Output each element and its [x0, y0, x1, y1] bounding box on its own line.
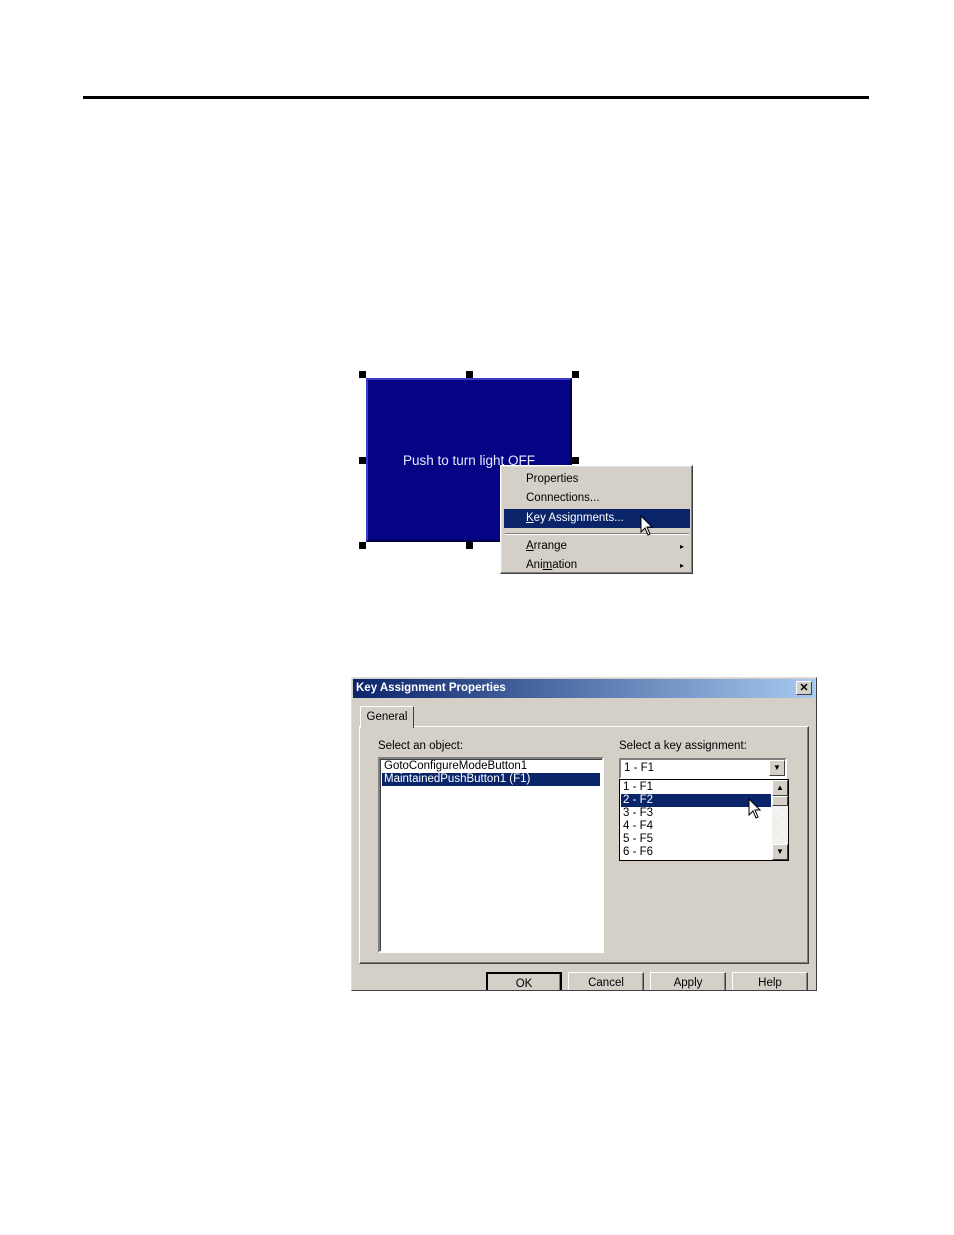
selection-handle[interactable] — [359, 457, 366, 464]
scrollbar[interactable]: ▲ ▼ — [772, 780, 788, 860]
list-item[interactable]: GotoConfigureModeButton1 — [382, 760, 600, 773]
selection-handle[interactable] — [466, 542, 473, 549]
selection-handle[interactable] — [572, 371, 579, 378]
key-assignment-dialog: Key Assignment Properties ✕ General Sele… — [351, 677, 817, 991]
list-item[interactable]: 4 - F4 — [621, 820, 771, 833]
object-label: Select an object: — [378, 740, 464, 752]
menu-separator — [505, 533, 689, 535]
dialog-titlebar[interactable]: Key Assignment Properties ✕ — [353, 679, 815, 698]
cancel-button[interactable]: Cancel — [568, 972, 644, 990]
submenu-arrow-icon: ▸ — [679, 542, 684, 551]
help-button[interactable]: Help — [732, 972, 808, 990]
combo-value: 1 - F1 — [624, 762, 655, 774]
header-rule — [83, 96, 869, 99]
mouse-pointer-icon — [640, 515, 654, 536]
key-assignment-label: Select a key assignment: — [619, 740, 747, 752]
menu-item-arrange[interactable]: Arrange ▸ — [504, 537, 690, 556]
list-item[interactable]: MaintainedPushButton1 (F1) — [382, 773, 600, 786]
list-item[interactable]: 5 - F5 — [621, 833, 771, 846]
scroll-thumb[interactable] — [772, 796, 788, 806]
selection-handle[interactable] — [466, 371, 473, 378]
menu-item-animation[interactable]: Animation ▸ — [504, 556, 690, 573]
key-assignment-combo[interactable]: 1 - F1 ▼ — [619, 758, 787, 779]
dialog-title: Key Assignment Properties — [356, 682, 506, 694]
close-icon[interactable]: ✕ — [796, 681, 812, 695]
chevron-down-icon[interactable]: ▼ — [769, 760, 785, 776]
list-item[interactable]: 6 - F6 — [621, 846, 771, 859]
key-assignment-dropdown[interactable]: 1 - F1 2 - F2 3 - F3 4 - F4 5 - F5 6 - F… — [619, 779, 789, 861]
scroll-down-icon[interactable]: ▼ — [772, 844, 788, 860]
tab-general[interactable]: General — [360, 706, 414, 728]
selection-handle[interactable] — [572, 457, 579, 464]
selection-handle[interactable] — [359, 542, 366, 549]
submenu-arrow-icon: ▸ — [679, 561, 684, 570]
ok-button[interactable]: OK — [486, 972, 562, 990]
list-item[interactable]: 1 - F1 — [621, 781, 771, 794]
menu-item-connections[interactable]: Connections... — [504, 489, 690, 508]
mouse-pointer-icon — [748, 798, 762, 819]
selection-handle[interactable] — [359, 371, 366, 378]
context-menu: Properties Connections... Key Assignment… — [500, 465, 693, 574]
scroll-up-icon[interactable]: ▲ — [772, 780, 788, 796]
object-listbox[interactable]: GotoConfigureModeButton1 MaintainedPushB… — [378, 757, 604, 953]
apply-button[interactable]: Apply — [650, 972, 726, 990]
menu-item-properties[interactable]: Properties — [504, 470, 690, 489]
menu-item-key-assignments[interactable]: Key Assignments... — [504, 509, 690, 528]
